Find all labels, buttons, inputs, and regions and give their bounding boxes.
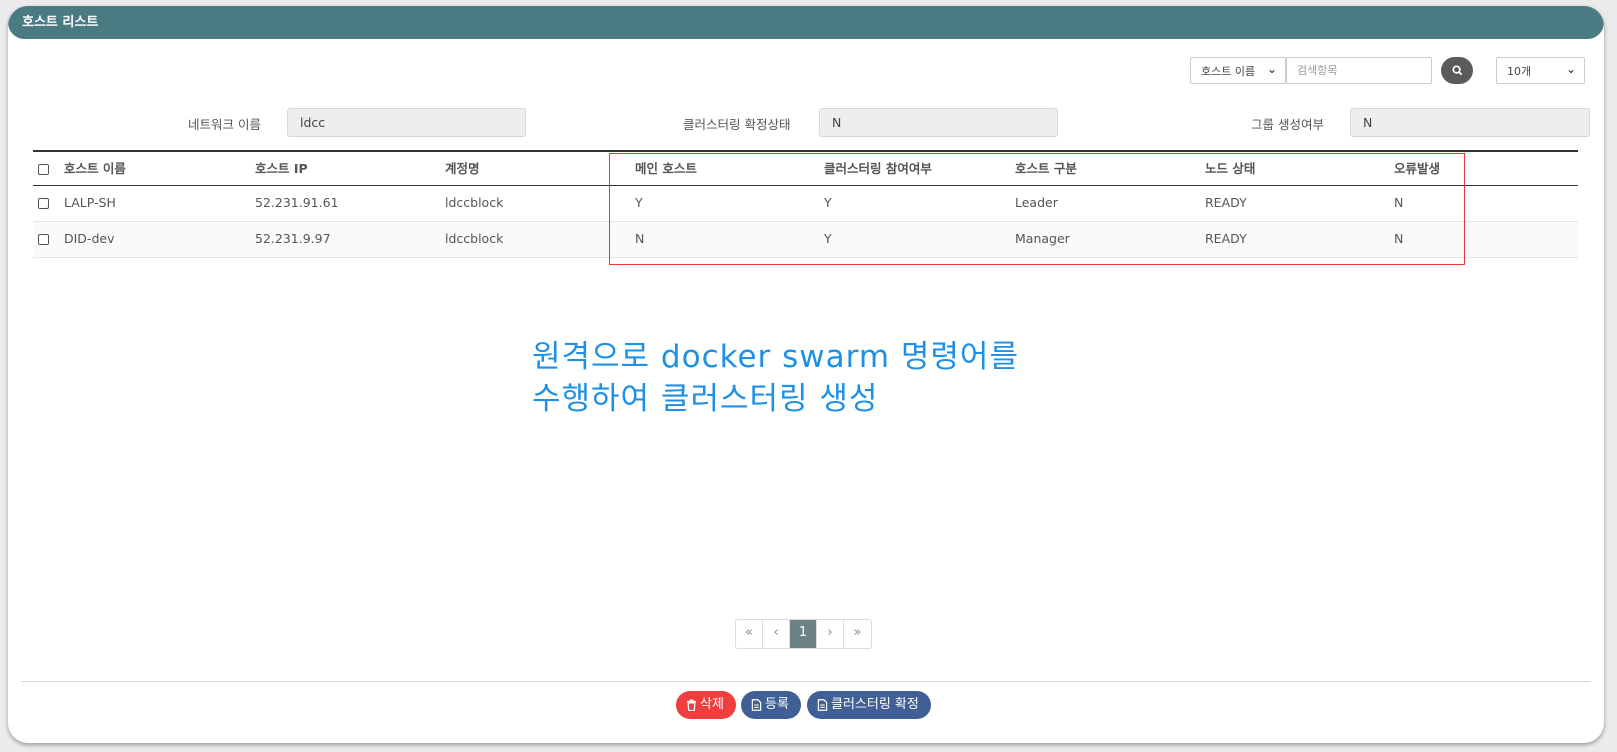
search-icon <box>1451 65 1462 76</box>
search-button[interactable] <box>1441 57 1473 84</box>
column-header[interactable]: 계정명 <box>445 152 480 186</box>
document-icon <box>817 699 828 711</box>
highlight-box <box>609 153 1465 265</box>
prev-page-button[interactable]: ‹ <box>763 620 790 648</box>
document-icon <box>751 699 762 711</box>
annotation-line: 원격으로 docker swarm 명령어를 <box>532 339 1019 375</box>
cell-host-name: DID-dev <box>64 231 115 246</box>
column-header[interactable]: 호스트 이름 <box>64 152 126 186</box>
cell-account: ldccblock <box>445 231 504 246</box>
network-name-field: ldcc <box>287 108 526 137</box>
search-input[interactable]: 검색항목 <box>1286 57 1432 84</box>
cell-host-ip: 52.231.9.97 <box>255 231 331 246</box>
column-header[interactable]: 호스트 IP <box>255 152 308 186</box>
group-created-label: 그룹 생성여부 <box>1251 117 1324 132</box>
register-button-label: 등록 <box>765 697 789 712</box>
delete-button-label: 삭제 <box>700 697 724 712</box>
confirm-cluster-button-label: 클러스터링 확정 <box>831 697 919 712</box>
next-page-button[interactable]: › <box>817 620 844 648</box>
search-field-select[interactable]: 호스트 이름 ⌄ <box>1190 57 1286 84</box>
row-checkbox[interactable] <box>38 234 49 245</box>
annotation-line: 수행하여 클러스터링 생성 <box>532 381 879 417</box>
network-name-label: 네트워크 이름 <box>188 117 261 132</box>
page-1-button[interactable]: 1 <box>790 620 817 648</box>
trash-icon <box>686 699 697 711</box>
page-size-value: 10개 <box>1507 64 1532 78</box>
cluster-confirm-label: 클러스터링 확정상태 <box>683 117 791 132</box>
chevron-down-icon: ⌄ <box>1565 62 1576 76</box>
cell-host-name: LALP-SH <box>64 195 116 210</box>
delete-button[interactable]: 삭제 <box>676 691 736 719</box>
row-checkbox[interactable] <box>38 198 49 209</box>
select-all-checkbox[interactable] <box>38 164 49 175</box>
panel-title: 호스트 리스트 <box>8 6 1604 39</box>
chevron-down-icon: ⌄ <box>1266 62 1277 76</box>
first-page-button[interactable]: « <box>736 620 763 648</box>
cell-host-ip: 52.231.91.61 <box>255 195 339 210</box>
confirm-cluster-button[interactable]: 클러스터링 확정 <box>807 691 931 719</box>
footer-divider <box>21 681 1591 682</box>
group-created-field: N <box>1350 108 1590 137</box>
page-size-select[interactable]: 10개 ⌄ <box>1496 57 1585 84</box>
annotation-text: 원격으로 docker swarm 명령어를 수행하여 클러스터링 생성 <box>532 336 1019 420</box>
register-button[interactable]: 등록 <box>741 691 801 719</box>
pagination: « ‹ 1 › » <box>735 619 872 649</box>
search-field-value: 호스트 이름 <box>1201 64 1256 78</box>
cluster-confirm-field: N <box>819 108 1058 137</box>
last-page-button[interactable]: » <box>844 620 871 648</box>
cell-account: ldccblock <box>445 195 504 210</box>
